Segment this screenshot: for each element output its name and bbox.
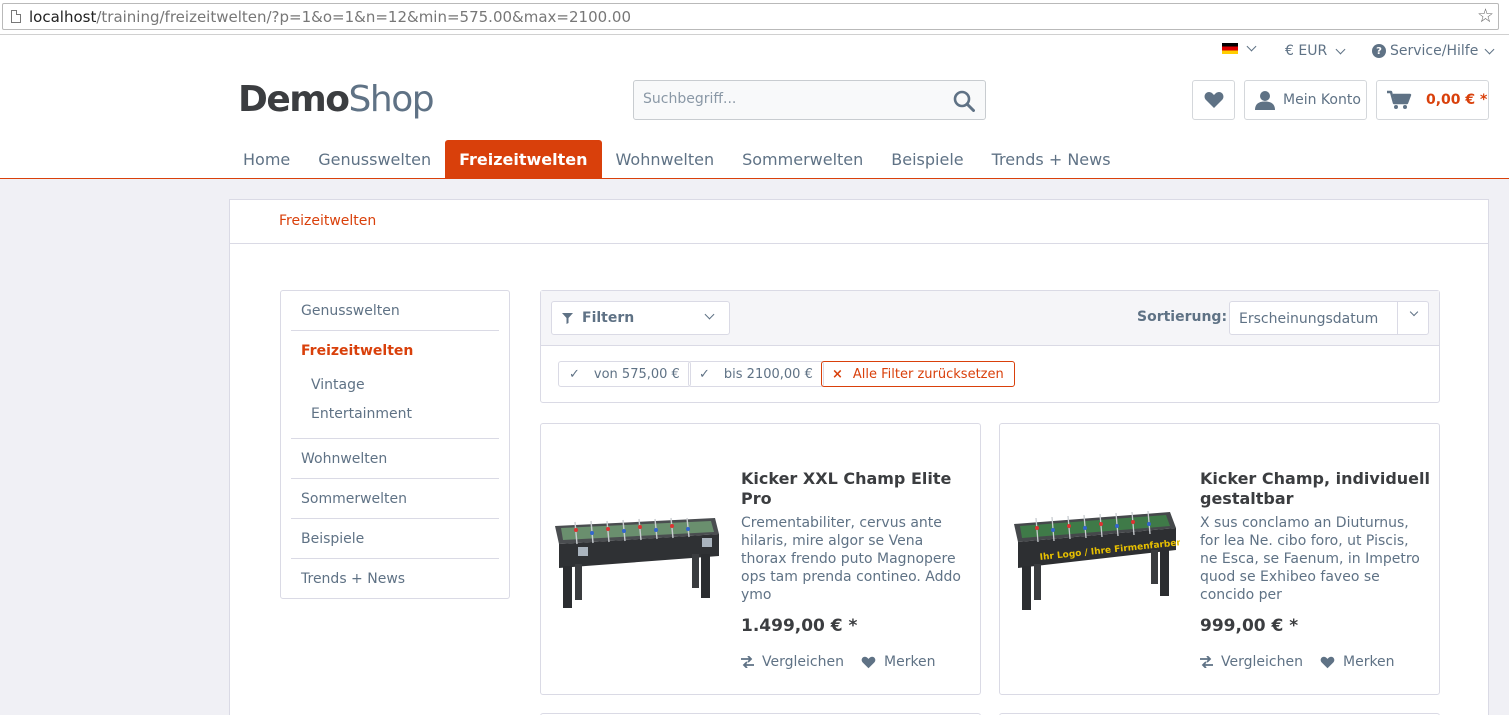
help-icon: ? [1372,44,1386,58]
cart-amount: 0,00 € * [1426,92,1488,108]
chevron-down-icon [1409,307,1419,317]
sort-label: Sortierung: [1137,309,1228,325]
account-button[interactable]: Mein Konto [1244,80,1367,120]
product-title[interactable]: Kicker XXL Champ Elite Pro [741,469,971,509]
chevron-down-icon [704,309,715,320]
close-icon: × [832,366,843,382]
sidebar-item-wohnwelten[interactable]: Wohnwelten [291,451,499,467]
compare-button[interactable]: Vergleichen [741,654,844,670]
nav-item-wohnwelten[interactable]: Wohnwelten [602,140,729,179]
main-navigation: Home Genusswelten Freizeitwelten Wohnwel… [229,140,1125,179]
filter-button[interactable]: Filtern [551,301,730,335]
shop-header: € EUR ? Service/Hilfe DemoShop Mein Kont… [0,35,1509,179]
sidebar-item-sommerwelten[interactable]: Sommerwelten [291,491,499,507]
reset-filters-label: Alle Filter zurücksetzen [852,366,1004,382]
product-description: Crementabiliter, cervus ante hilaris, mi… [741,515,961,603]
search-box [633,80,986,120]
service-menu[interactable]: ? Service/Hilfe [1372,43,1495,59]
address-field[interactable]: localhost/training/freizeitwelten/?p=1&o… [2,3,1499,30]
sidebar-divider [291,558,499,559]
compare-icon [741,656,754,668]
sidebar-item-entertainment[interactable]: Entertainment [291,406,499,422]
sidebar-item-beispiele[interactable]: Beispiele [291,531,499,547]
browser-url-bar: localhost/training/freizeitwelten/?p=1&o… [0,0,1509,35]
chevron-down-icon [1246,41,1257,52]
content-area: Freizeitwelten Genusswelten Freizeitwelt… [229,199,1489,715]
nav-item-sommerwelten[interactable]: Sommerwelten [728,140,877,179]
filter-button-label: Filtern [582,310,635,326]
compare-button[interactable]: Vergleichen [1200,654,1303,670]
heart-icon [1204,92,1223,108]
currency-label: € EUR [1285,43,1328,59]
wishlist-add-button[interactable]: Merken [861,654,936,670]
sidebar-item-freizeitwelten[interactable]: Freizeitwelten [291,343,499,359]
filter-panel: Filtern Sortierung: Erscheinungsdatum ✓ … [540,290,1440,403]
sort-select[interactable]: Erscheinungsdatum [1229,301,1429,335]
product-card[interactable]: Ihr Logo / Ihre Firmenfarben Kicker Cham… [999,423,1440,695]
nav-item-genusswelten[interactable]: Genusswelten [304,140,445,179]
sidebar-item-trends-news[interactable]: Trends + News [291,571,499,587]
logo-part-demo: Demo [238,79,350,120]
check-icon: ✓ [699,366,710,382]
currency-switcher[interactable]: € EUR [1285,43,1346,59]
sidebar-divider [291,478,499,479]
nav-item-home[interactable]: Home [229,140,304,179]
sidebar-divider [291,518,499,519]
reset-filters-button[interactable]: × Alle Filter zurücksetzen [821,361,1015,387]
search-icon[interactable] [953,90,975,112]
wishlist-label: Merken [1343,654,1395,670]
nav-item-trends-news[interactable]: Trends + News [978,140,1125,179]
logo-part-shop: Shop [348,79,435,120]
filter-icon [562,312,573,324]
chevron-down-icon [1484,44,1495,54]
active-filter-min-price[interactable]: ✓ von 575,00 € [558,361,691,387]
cart-icon [1387,90,1412,109]
sort-value: Erscheinungsdatum [1239,311,1379,327]
sidebar-item-genusswelten[interactable]: Genusswelten [291,303,499,319]
breadcrumb-item[interactable]: Freizeitwelten [279,213,376,229]
product-title[interactable]: Kicker Champ, individuell gestaltbar [1200,469,1430,509]
compare-icon [1200,656,1213,668]
breadcrumb: Freizeitwelten [230,200,1488,244]
compare-label: Vergleichen [1221,654,1303,670]
product-description: X sus conclamo an Diuturnus, for lea Ne.… [1200,515,1420,603]
chevron-down-icon [1335,44,1346,54]
compare-label: Vergleichen [762,654,844,670]
language-switcher[interactable] [1222,41,1257,54]
page-icon [11,10,21,23]
shop-logo[interactable]: DemoShop [238,79,435,120]
filter-chip-label: bis 2100,00 € [723,366,813,382]
user-icon [1255,91,1275,110]
heart-icon [1320,656,1335,668]
account-label: Mein Konto [1283,92,1361,108]
wishlist-button[interactable] [1192,80,1235,120]
nav-item-freizeitwelten[interactable]: Freizeitwelten [445,140,602,179]
product-image[interactable]: Ihr Logo / Ihre Firmenfarben [1010,484,1180,619]
wishlist-label: Merken [884,654,936,670]
sidebar-divider [291,438,499,439]
de-flag-icon [1222,43,1238,54]
cart-button[interactable]: 0,00 € * [1376,80,1489,120]
product-price: 1.499,00 € * [741,616,858,636]
category-sidebar: Genusswelten Freizeitwelten Vintage Ente… [280,290,510,599]
heart-icon [861,656,876,668]
filter-header: Filtern Sortierung: Erscheinungsdatum [541,291,1439,346]
service-label: Service/Hilfe [1390,43,1479,59]
product-card[interactable]: Kicker XXL Champ Elite Pro Crementabilit… [540,423,981,695]
active-filter-max-price[interactable]: ✓ bis 2100,00 € [688,361,824,387]
bookmark-star-icon[interactable]: ☆ [1477,5,1494,27]
product-image[interactable] [551,484,721,619]
wishlist-add-button[interactable]: Merken [1320,654,1395,670]
check-icon: ✓ [569,366,580,382]
product-price: 999,00 € * [1200,616,1299,636]
sidebar-item-vintage[interactable]: Vintage [291,377,499,393]
search-input[interactable] [643,91,943,107]
filter-chip-label: von 575,00 € [593,366,680,382]
select-divider [1397,302,1398,334]
url-text[interactable]: localhost/training/freizeitwelten/?p=1&o… [29,8,631,26]
nav-item-beispiele[interactable]: Beispiele [877,140,977,179]
sidebar-divider [291,330,499,331]
